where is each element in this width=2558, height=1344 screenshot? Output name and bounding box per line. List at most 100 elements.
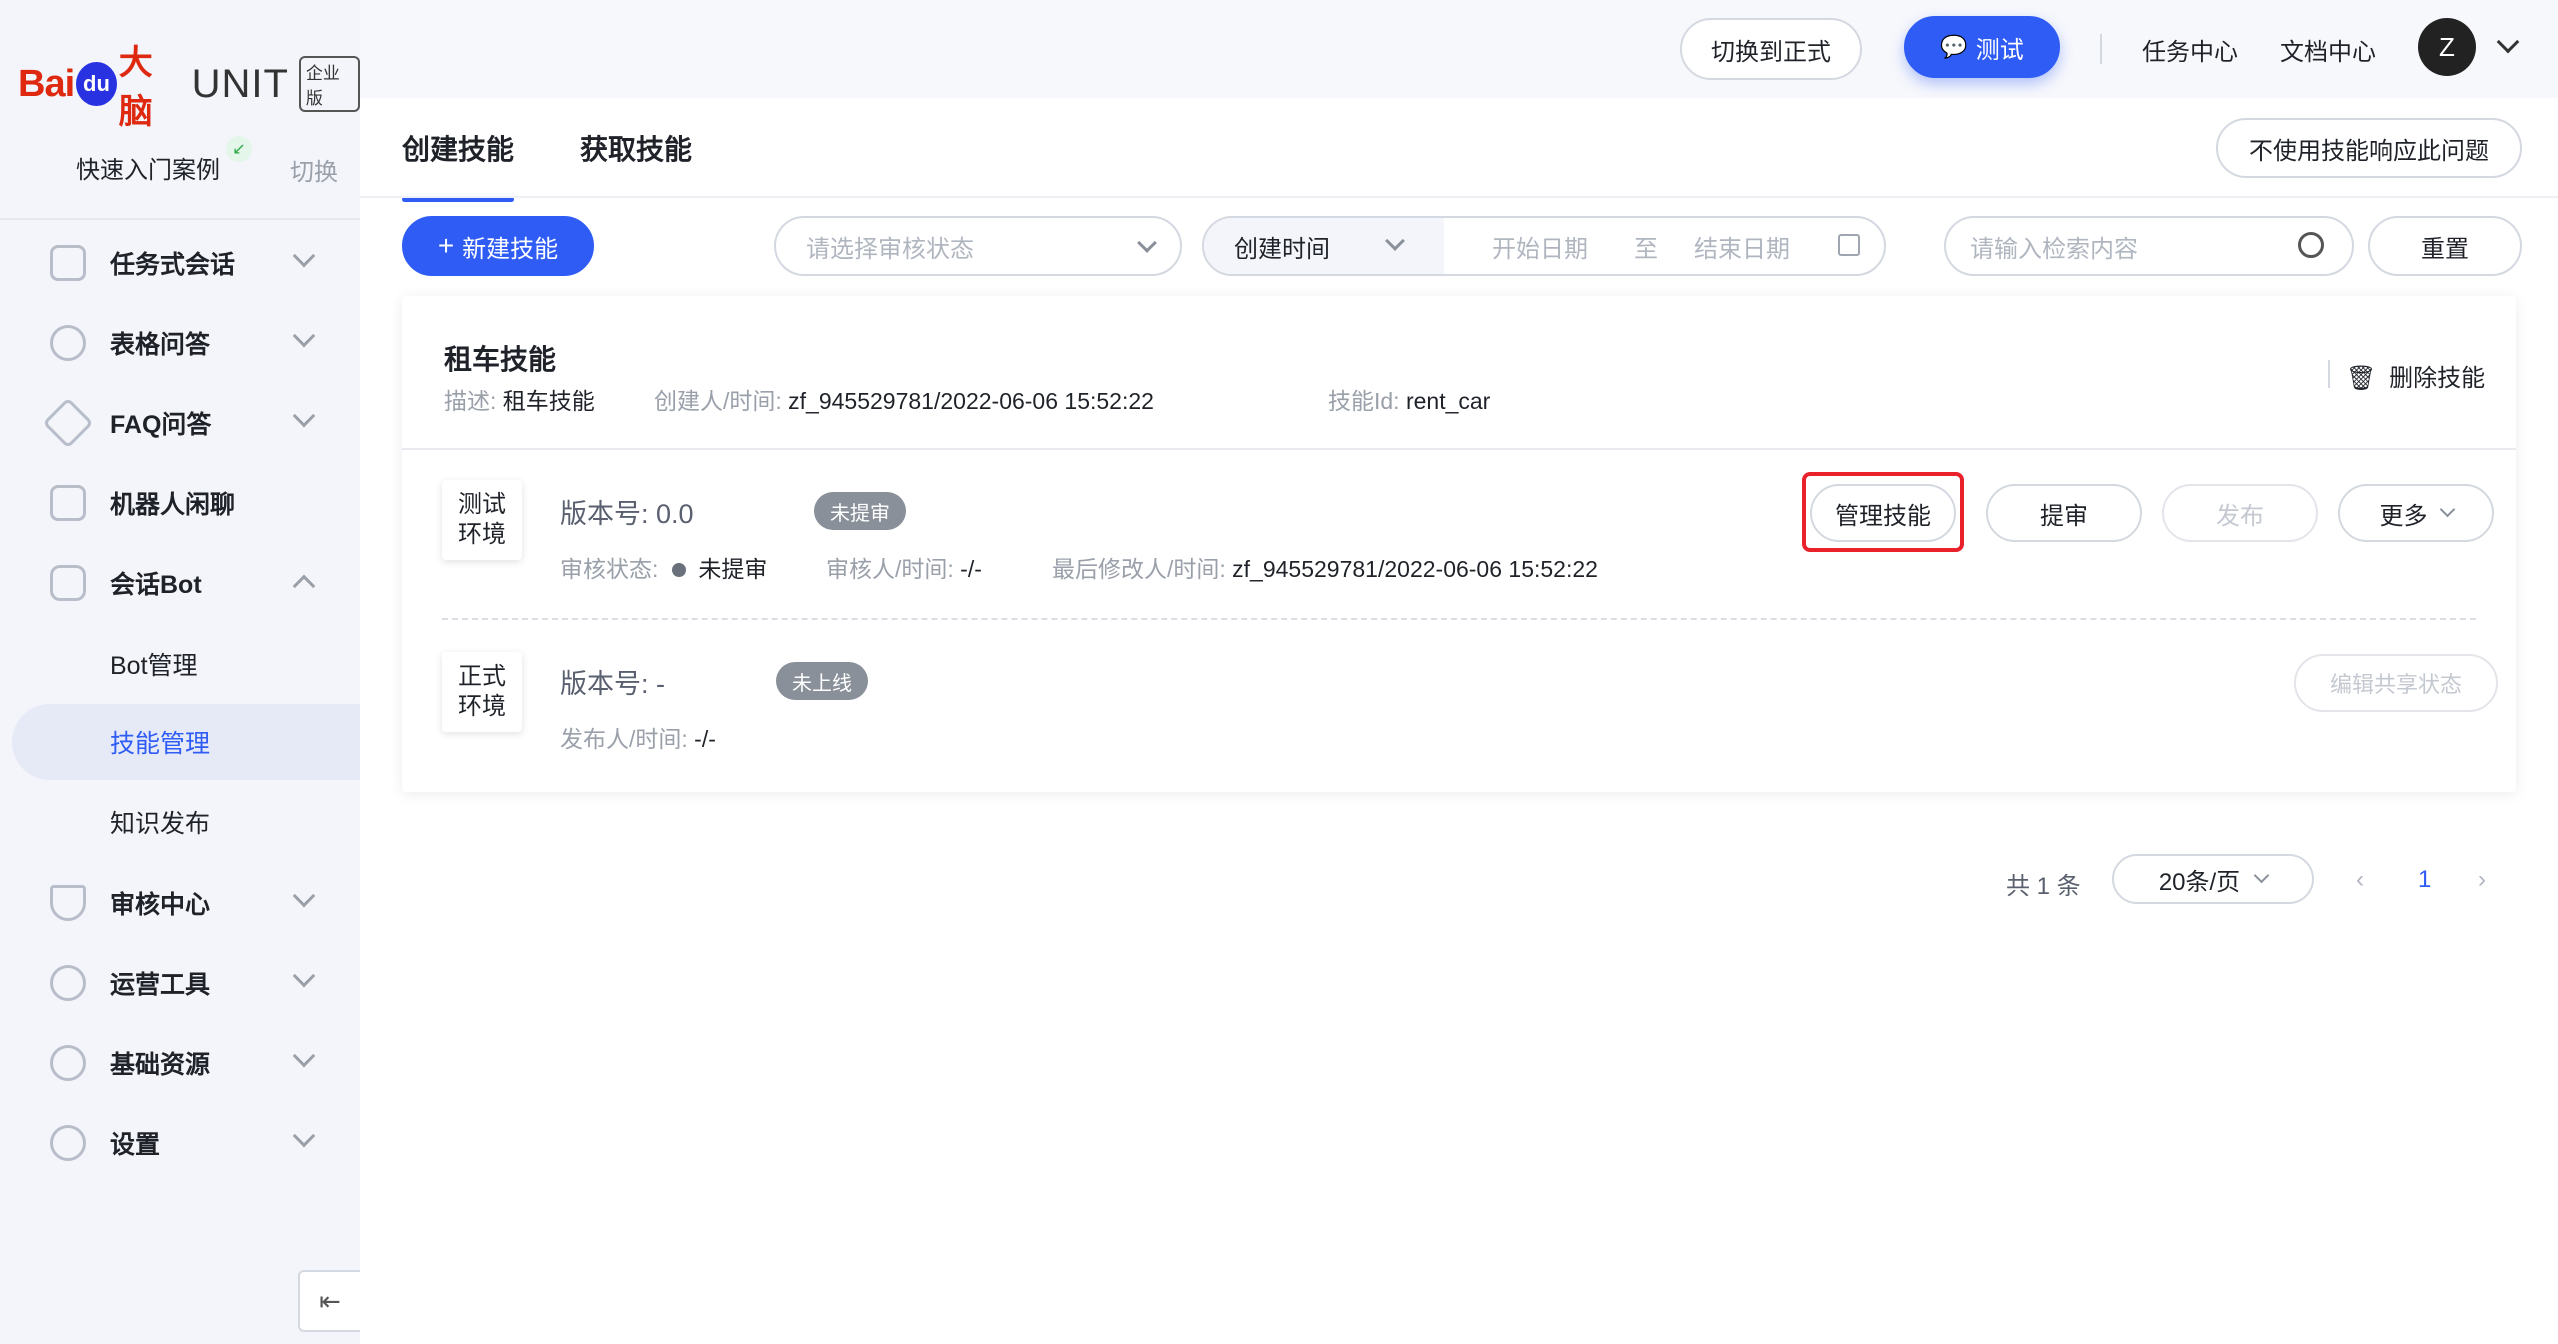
skill-card: 租车技能 描述: 租车技能 创建人/时间: zf_945529781/2022-…	[402, 296, 2516, 792]
date-range-separator: 至	[1634, 235, 1658, 263]
time-type-select[interactable]: 创建时间	[1204, 218, 1444, 274]
edit-share-status-button[interactable]: 编辑共享状态	[2294, 654, 2498, 712]
sidebar-subitem-knowledge-publish[interactable]: 知识发布	[0, 784, 360, 860]
prev-page-icon[interactable]: ‹	[2356, 866, 2364, 894]
skill-creator: 创建人/时间: zf_945529781/2022-06-06 15:52:22	[654, 382, 1154, 416]
tab-create-skill[interactable]: 创建技能	[402, 128, 515, 202]
search-placeholder: 请输入检索内容	[1970, 235, 2138, 263]
sidebar-subitem-label: Bot管理	[110, 652, 198, 680]
doc-center-link[interactable]: 文档中心	[2280, 32, 2376, 67]
sidebar-item-ops-tools[interactable]: 运营工具	[0, 946, 360, 1020]
logo-bai: Bai	[18, 62, 75, 105]
test-button-label: 测试	[1975, 36, 2024, 64]
test-env-line2: 环境	[458, 521, 506, 548]
prod-version-value: -	[656, 669, 666, 699]
switch-link[interactable]: 切换	[290, 152, 338, 187]
sidebar-item-faq[interactable]: FAQ问答	[0, 386, 360, 460]
header-divider	[2100, 34, 2102, 64]
publisher-info: 发布人/时间: -/-	[560, 720, 716, 754]
sidebar-subitem-bot-manage[interactable]: Bot管理	[0, 626, 360, 702]
sidebar-item-label: 基础资源	[110, 1051, 211, 1079]
chevron-down-icon	[292, 1124, 316, 1148]
publisher-label: 发布人/时间:	[560, 726, 688, 752]
reset-button[interactable]: 重置	[2368, 216, 2522, 276]
creator-label: 创建人/时间:	[654, 388, 782, 414]
submit-review-button[interactable]: 提审	[1986, 484, 2142, 542]
test-status-tag: 未提审	[814, 492, 906, 530]
sidebar-item-label: FAQ问答	[110, 411, 212, 439]
chevron-down-icon	[292, 964, 316, 988]
delete-skill-label: 删除技能	[2389, 365, 2486, 392]
bot-icon	[50, 565, 86, 601]
end-date-input[interactable]: 结束日期	[1694, 229, 1790, 264]
switch-to-production-button[interactable]: 切换到正式	[1680, 18, 1862, 80]
calendar-icon	[1838, 234, 1860, 256]
review-status-select[interactable]: 请选择审核状态	[774, 216, 1182, 276]
more-button[interactable]: 更多	[2338, 484, 2494, 542]
chevron-down-icon	[2253, 867, 2270, 883]
modifier-info: 最后修改人/时间: zf_945529781/2022-06-06 15:52:…	[1052, 550, 1598, 584]
search-input[interactable]: 请输入检索内容	[1944, 216, 2354, 276]
page-number[interactable]: 1	[2418, 866, 2431, 894]
sidebar-item-label: 设置	[110, 1131, 161, 1159]
review-status-label: 审核状态:	[560, 556, 659, 582]
prod-env-line2: 环境	[458, 693, 506, 720]
chevron-down-icon	[292, 324, 316, 348]
date-range-filter[interactable]: 创建时间 开始日期 至 结束日期	[1202, 216, 1886, 276]
task-center-link[interactable]: 任务中心	[2142, 32, 2238, 67]
collapse-sidebar-button[interactable]: ⇤	[298, 1270, 360, 1332]
chevron-down-icon[interactable]	[2496, 30, 2520, 54]
top-bar: 切换到正式 💬 测试 任务中心 文档中心 Z	[360, 0, 2558, 98]
test-button[interactable]: 💬 测试	[1904, 16, 2060, 78]
prod-env-line1: 正式	[458, 663, 506, 690]
sidebar-item-task-dialog[interactable]: 任务式会话	[0, 226, 360, 300]
sidebar-item-review-center[interactable]: 审核中心	[0, 866, 360, 940]
start-date-input[interactable]: 开始日期	[1492, 229, 1588, 264]
sidebar-item-table-qa[interactable]: 表格问答	[0, 306, 360, 380]
page-size-select[interactable]: 20条/页	[2112, 854, 2314, 904]
cubes-icon	[50, 1045, 86, 1081]
modifier-label: 最后修改人/时间:	[1052, 556, 1226, 582]
user-avatar[interactable]: Z	[2418, 18, 2476, 76]
sidebar: Bai du 大脑 UNIT 企业版 快速入门案例 ↙ 切换 任务式会话 表格问…	[0, 0, 360, 1344]
logo-unit: UNIT	[191, 61, 289, 106]
new-skill-button[interactable]: + 新建技能	[402, 216, 594, 276]
logo-danao: 大脑	[118, 44, 153, 131]
modifier-value: zf_945529781/2022-06-06 15:52:22	[1232, 556, 1598, 582]
publisher-value: -/-	[694, 726, 716, 752]
delete-skill-button[interactable]: 🗑 删除技能	[2346, 358, 2485, 393]
next-page-icon[interactable]: ›	[2478, 866, 2486, 894]
test-env-line1: 测试	[458, 491, 506, 518]
id-value: rent_car	[1405, 388, 1491, 414]
sidebar-subitem-skill-manage[interactable]: 技能管理	[12, 704, 360, 780]
reviewer-info: 审核人/时间: -/-	[826, 550, 982, 584]
quick-start-link[interactable]: 快速入门案例	[76, 150, 220, 185]
sidebar-item-base-resources[interactable]: 基础资源	[0, 1026, 360, 1100]
id-label: 技能Id:	[1328, 388, 1400, 414]
reviewer-value: -/-	[960, 556, 982, 582]
sidebar-item-chitchat[interactable]: 机器人闲聊	[0, 466, 360, 540]
review-status-value: 未提审	[698, 556, 768, 582]
tab-get-skill[interactable]: 获取技能	[580, 128, 692, 168]
no-skill-response-button[interactable]: 不使用技能响应此问题	[2216, 118, 2522, 178]
publish-button[interactable]: 发布	[2162, 484, 2318, 542]
delete-divider	[2328, 360, 2330, 388]
chevron-down-icon	[292, 244, 316, 268]
test-env-badge: 测试 环境	[442, 480, 522, 560]
sidebar-subitem-label: 知识发布	[110, 810, 211, 838]
chevron-up-icon	[292, 574, 316, 598]
collapse-icon: ⇤	[319, 1285, 341, 1316]
sidebar-divider	[0, 218, 360, 220]
page-size-label: 20条/页	[2158, 868, 2241, 896]
status-dot-icon	[672, 562, 687, 577]
prod-version-label: 版本号:	[560, 669, 649, 699]
desc-value: 租车技能	[502, 388, 595, 414]
search-icon[interactable]	[2298, 232, 2324, 258]
sidebar-item-settings[interactable]: 设置	[0, 1106, 360, 1180]
prod-status-tag: 未上线	[776, 662, 868, 700]
chevron-down-icon	[1137, 233, 1157, 253]
time-type-label: 创建时间	[1234, 235, 1330, 263]
logo-paw-icon: du	[76, 62, 117, 106]
baidu-unit-logo[interactable]: Bai du 大脑 UNIT 企业版	[18, 44, 360, 131]
sidebar-item-dialog-bot[interactable]: 会话Bot	[0, 546, 360, 620]
